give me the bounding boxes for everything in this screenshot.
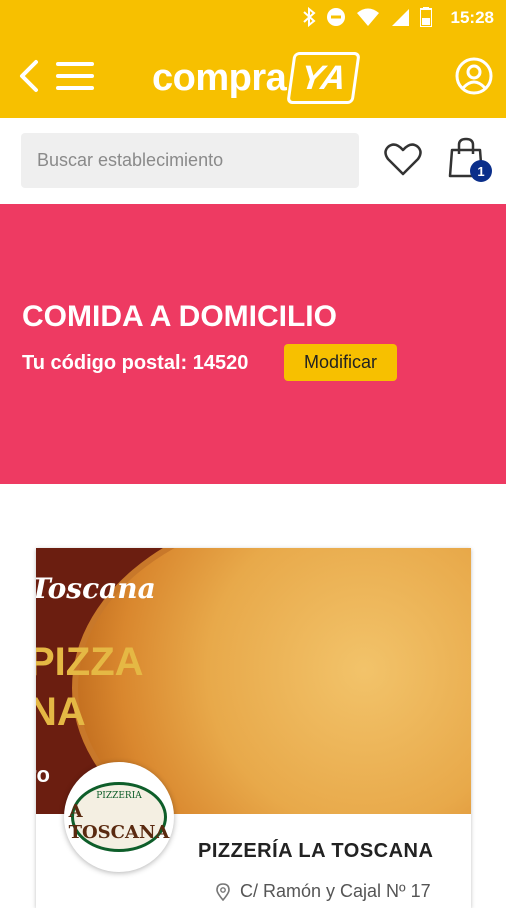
- bluetooth-icon: [303, 7, 316, 27]
- do-not-disturb-icon: [327, 8, 345, 26]
- store-logo-top: PIZZERIA: [96, 791, 142, 801]
- search-row: Buscar establecimiento 1: [0, 118, 506, 204]
- store-logo-emblem: PIZZERIA A TOSCANA: [68, 782, 170, 852]
- wifi-icon: [357, 8, 379, 26]
- account-button[interactable]: [454, 56, 494, 96]
- banner-text-line1: PIZZA: [36, 640, 144, 684]
- menu-icon: [56, 62, 94, 66]
- app-logo[interactable]: compra YA: [152, 52, 361, 104]
- status-icons: [302, 7, 432, 27]
- app-header: 15:28 compra YA: [0, 0, 506, 118]
- store-logo-main: A TOSCANA: [68, 801, 170, 843]
- banner-script-text: Toscana: [36, 572, 156, 605]
- back-arrow-icon: [20, 60, 38, 92]
- back-button[interactable]: [14, 54, 44, 98]
- store-logo: PIZZERIA A TOSCANA: [64, 762, 174, 872]
- logo-word: compra: [152, 56, 287, 99]
- account-icon: [455, 57, 493, 95]
- menu-icon-line: [56, 86, 94, 90]
- banner-text-line3: ro: [36, 762, 50, 787]
- postal-code-label: Tu código postal: 14520: [22, 352, 249, 374]
- delivery-banner: COMIDA A DOMICILIO Tu código postal: 145…: [0, 204, 506, 484]
- store-address-text: C/ Ramón y Cajal Nº 17: [240, 881, 431, 901]
- location-pin-icon: [216, 882, 230, 901]
- logo-badge: YA: [286, 52, 361, 104]
- store-address: C/ Ramón y Cajal Nº 17: [216, 881, 431, 902]
- cart-count-badge: 1: [470, 160, 492, 182]
- store-name: PIZZERÍA LA TOSCANA: [198, 840, 434, 862]
- hero-title: COMIDA A DOMICILIO: [22, 300, 337, 333]
- menu-button[interactable]: [56, 58, 96, 94]
- battery-icon: [420, 7, 432, 27]
- heart-icon: [384, 143, 422, 176]
- signal-icon: [392, 9, 409, 26]
- favorites-button[interactable]: [382, 138, 424, 180]
- app-bar: compra YA: [0, 40, 506, 112]
- store-card[interactable]: Toscana PIZZA NA ro PIZZERIA A TOSCANA P…: [36, 548, 471, 908]
- menu-icon-line: [56, 74, 94, 78]
- status-time: 15:28: [450, 8, 494, 27]
- cart-button[interactable]: 1: [446, 136, 492, 182]
- modify-button[interactable]: Modificar: [284, 344, 397, 381]
- banner-text-line2: NA: [36, 690, 86, 734]
- search-input[interactable]: Buscar establecimiento: [21, 133, 359, 188]
- status-bar: 15:28: [0, 0, 506, 36]
